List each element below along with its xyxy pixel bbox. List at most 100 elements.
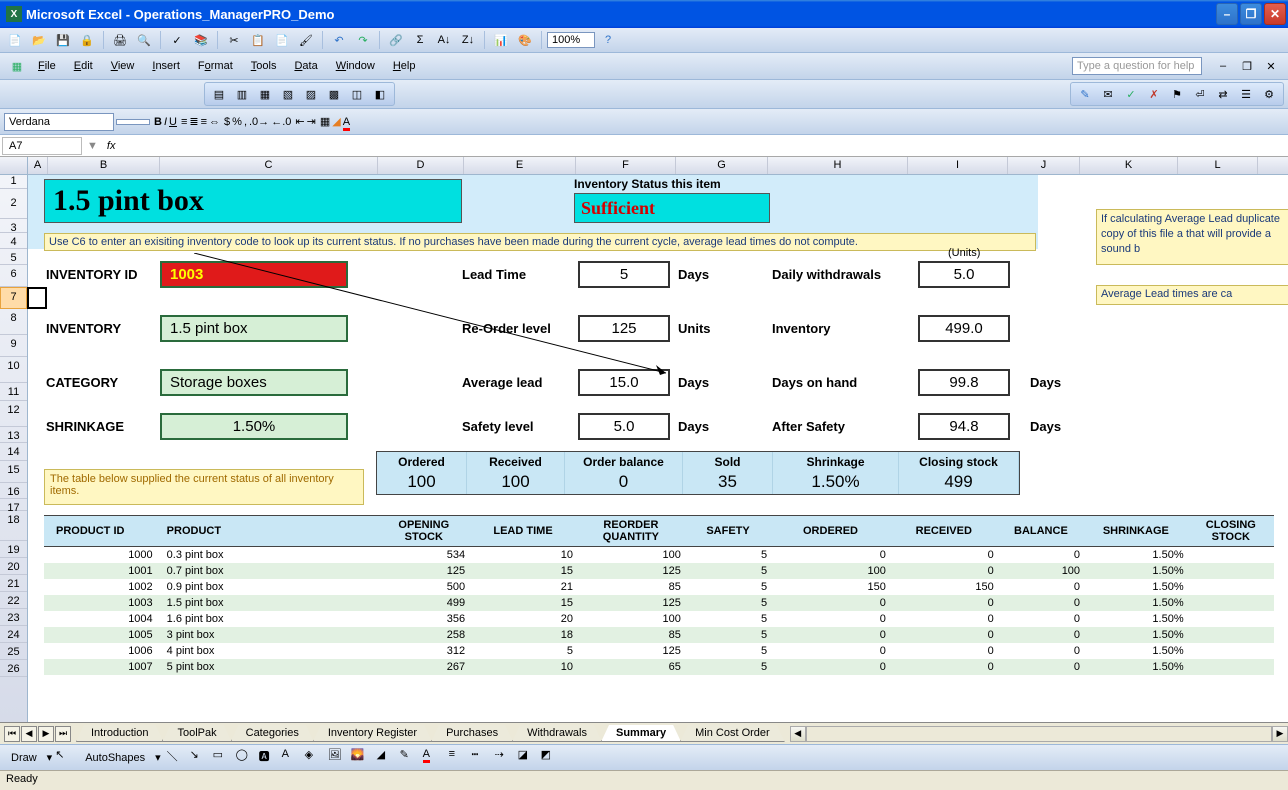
row-header[interactable]: 4 — [0, 233, 27, 249]
menu-window[interactable]: Window — [328, 58, 383, 74]
icon-tool-4[interactable]: ▧ — [277, 84, 299, 104]
print-icon[interactable]: 🖨 — [109, 30, 131, 50]
maximize-button[interactable]: ❐ — [1240, 3, 1262, 25]
value-category[interactable]: Storage boxes — [160, 369, 348, 396]
underline-button[interactable]: U — [169, 116, 177, 128]
icon-tool-5[interactable]: ▨ — [300, 84, 322, 104]
item-title-cell[interactable]: 1.5 pint box — [44, 179, 462, 223]
value-inventory[interactable]: 1.5 pint box — [160, 315, 348, 342]
row-header[interactable]: 2 — [0, 189, 27, 219]
table-row[interactable]: 10053 pint box258188550001.50% — [44, 627, 1274, 643]
table-row[interactable]: 10075 pint box267106550001.50% — [44, 659, 1274, 675]
permission-icon[interactable]: 🔒 — [76, 30, 98, 50]
col-header-H[interactable]: H — [768, 157, 908, 174]
doc-close-button[interactable]: ✕ — [1260, 56, 1282, 76]
icon-review-1[interactable]: ✎ — [1074, 84, 1096, 104]
dash-style-icon[interactable]: ┅ — [472, 748, 492, 768]
select-all-corner[interactable] — [0, 157, 28, 174]
icon-tool-3[interactable]: ▦ — [254, 84, 276, 104]
autosum-icon[interactable]: Σ — [409, 30, 431, 50]
menu-format[interactable]: Format — [190, 58, 241, 74]
new-icon[interactable]: 📄 — [4, 30, 26, 50]
cut-icon[interactable]: ✂ — [223, 30, 245, 50]
table-row[interactable]: 10020.9 pint box5002185515015001.50% — [44, 579, 1274, 595]
autoshapes-menu[interactable]: AutoShapes — [78, 749, 152, 767]
row-header[interactable]: 3 — [0, 219, 27, 233]
icon-tool-6[interactable]: ▩ — [323, 84, 345, 104]
value-days-on-hand[interactable]: 99.8 — [918, 369, 1010, 396]
currency-icon[interactable]: $ — [224, 116, 230, 128]
open-icon[interactable]: 📂 — [28, 30, 50, 50]
draw-menu[interactable]: Draw — [4, 749, 44, 767]
drawing-icon[interactable]: 🎨 — [514, 30, 536, 50]
diagram-icon[interactable]: ◈ — [305, 748, 325, 768]
sheet-tab[interactable]: Introduction — [76, 725, 163, 742]
rectangle-icon[interactable]: ▭ — [213, 748, 233, 768]
picture-icon[interactable]: 🌄 — [351, 748, 371, 768]
value-daily-withdrawals[interactable]: 5.0 — [918, 261, 1010, 288]
tab-nav-last[interactable]: ⏭ — [55, 726, 71, 742]
value-reorder-level[interactable]: 125 — [578, 315, 670, 342]
row-header-selected[interactable]: 7 — [0, 287, 27, 309]
row-header[interactable]: 9 — [0, 335, 27, 357]
sort-asc-icon[interactable]: A↓ — [433, 30, 455, 50]
value-safety-level[interactable]: 5.0 — [578, 413, 670, 440]
italic-button[interactable]: I — [164, 116, 167, 128]
row-header[interactable]: 6 — [0, 265, 27, 287]
menu-edit[interactable]: Edit — [66, 58, 101, 74]
fill-color-draw-icon[interactable]: ◢ — [377, 748, 397, 768]
menu-view[interactable]: View — [103, 58, 143, 74]
row-header[interactable]: 23 — [0, 609, 27, 626]
col-header-K[interactable]: K — [1080, 157, 1178, 174]
3d-icon[interactable]: ◩ — [541, 748, 561, 768]
arrow-icon[interactable]: ↘ — [190, 748, 210, 768]
sheet-tab[interactable]: Inventory Register — [313, 725, 432, 742]
col-header-F[interactable]: F — [576, 157, 676, 174]
row-header[interactable]: 17 — [0, 499, 27, 511]
icon-review-3[interactable]: ✓ — [1120, 84, 1142, 104]
copy-icon[interactable]: 📋 — [247, 30, 269, 50]
icon-review-2[interactable]: ✉ — [1097, 84, 1119, 104]
col-header-G[interactable]: G — [676, 157, 768, 174]
zoom-combo[interactable]: 100% — [547, 32, 595, 48]
menu-file[interactable]: File — [30, 58, 64, 74]
save-icon[interactable]: 💾 — [52, 30, 74, 50]
format-painter-icon[interactable]: 🖌 — [295, 30, 317, 50]
horizontal-scrollbar[interactable]: ◀ ▶ — [790, 726, 1288, 742]
doc-restore-button[interactable]: ❐ — [1236, 56, 1258, 76]
row-header[interactable]: 10 — [0, 357, 27, 383]
align-right-icon[interactable]: ≡ — [201, 116, 207, 128]
scroll-right-button[interactable]: ▶ — [1272, 726, 1288, 742]
sheet-tab[interactable]: ToolPak — [162, 725, 231, 742]
borders-icon[interactable]: ▦ — [320, 115, 330, 128]
sheet-tab[interactable]: Purchases — [431, 725, 513, 742]
print-preview-icon[interactable]: 🔍 — [133, 30, 155, 50]
icon-tool-2[interactable]: ▥ — [231, 84, 253, 104]
value-shrinkage[interactable]: 1.50% — [160, 413, 348, 440]
row-header[interactable]: 15 — [0, 461, 27, 483]
merge-center-icon[interactable]: ⇔ — [209, 116, 220, 128]
col-header-J[interactable]: J — [1008, 157, 1080, 174]
increase-indent-icon[interactable]: ⇥ — [307, 115, 316, 128]
icon-review-5[interactable]: ⚑ — [1166, 84, 1188, 104]
menu-tools[interactable]: Tools — [243, 58, 285, 74]
icon-review-4[interactable]: ✗ — [1143, 84, 1165, 104]
icon-tool-1[interactable]: ▤ — [208, 84, 230, 104]
close-button[interactable]: ✕ — [1264, 3, 1286, 25]
col-header-D[interactable]: D — [378, 157, 464, 174]
comma-icon[interactable]: , — [244, 116, 247, 128]
row-header[interactable]: 5 — [0, 249, 27, 265]
wordart-icon[interactable]: A — [282, 748, 302, 768]
bold-button[interactable]: B — [154, 116, 162, 128]
arrow-style-icon[interactable]: ⇢ — [495, 748, 515, 768]
value-average-lead[interactable]: 15.0 — [578, 369, 670, 396]
col-header-E[interactable]: E — [464, 157, 576, 174]
table-row[interactable]: 10031.5 pint box4991512550001.50% — [44, 595, 1274, 611]
percent-icon[interactable]: % — [232, 116, 242, 128]
row-header[interactable]: 1 — [0, 175, 27, 189]
spreadsheet-grid[interactable]: A B C D E F G H I J K L 1 2 3 4 5 6 7 8 … — [0, 157, 1288, 722]
inventory-data-table[interactable]: PRODUCT ID PRODUCT OPENING STOCK LEAD TI… — [44, 515, 1274, 675]
col-header-C[interactable]: C — [160, 157, 378, 174]
row-header[interactable]: 21 — [0, 575, 27, 592]
name-box[interactable]: A7 — [2, 137, 82, 155]
